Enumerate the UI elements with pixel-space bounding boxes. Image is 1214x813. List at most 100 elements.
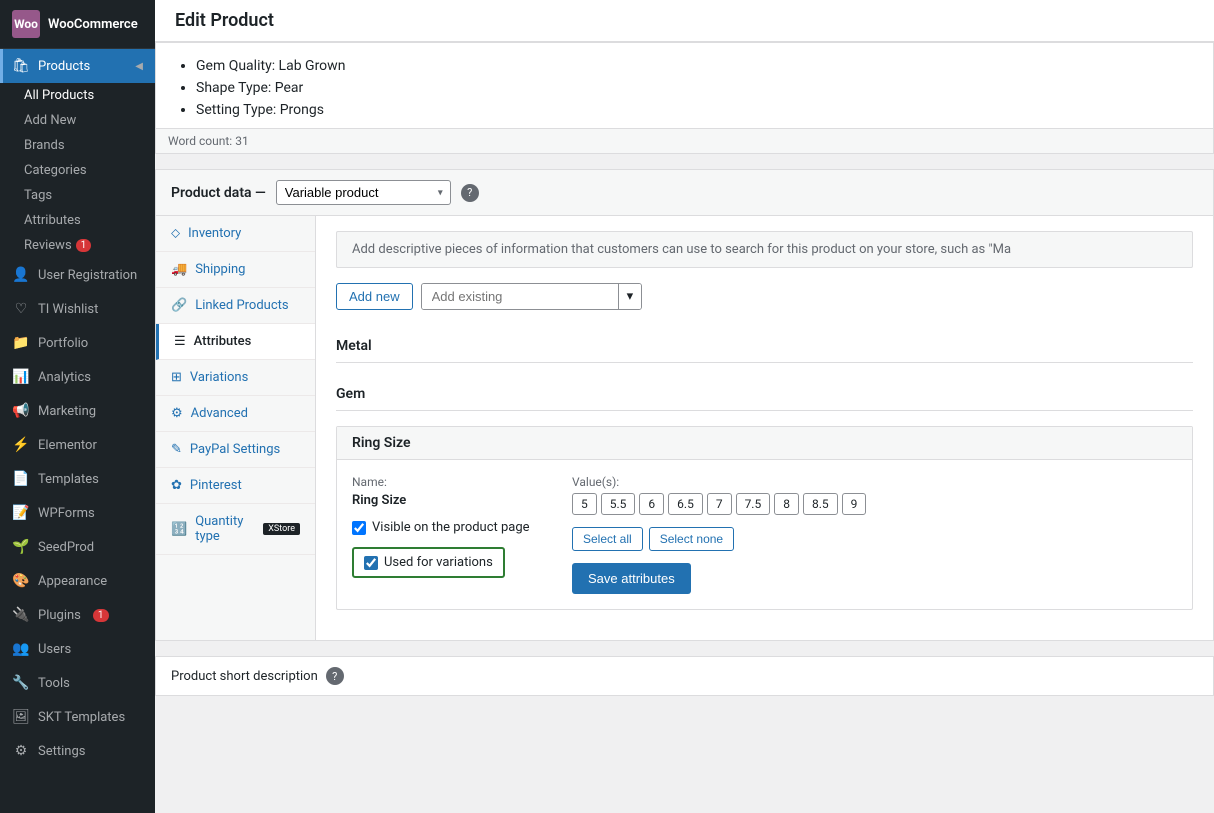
tab-pinterest[interactable]: ✿ Pinterest bbox=[156, 468, 315, 504]
tab-variations[interactable]: ⊞ Variations bbox=[156, 360, 315, 396]
sub-label: Categories bbox=[24, 163, 87, 178]
sidebar-item-plugins[interactable]: 🔌 Plugins 1 bbox=[0, 598, 155, 632]
sidebar-item-label: Plugins bbox=[38, 608, 81, 623]
sidebar-sub-add-new[interactable]: Add New bbox=[0, 108, 155, 133]
visible-checkbox[interactable] bbox=[352, 521, 366, 535]
sidebar-item-label: Templates bbox=[38, 472, 99, 487]
content-area: Gem Quality: Lab Grown Shape Type: Pear … bbox=[155, 42, 1214, 696]
select-none-button[interactable]: Select none bbox=[649, 527, 734, 551]
product-short-desc-help-icon[interactable]: ? bbox=[326, 667, 344, 685]
product-type-wrapper: Simple product Variable product Grouped … bbox=[276, 180, 451, 205]
add-existing-dropdown-btn[interactable]: ▾ bbox=[618, 284, 642, 309]
sidebar-sub-attributes[interactable]: Attributes bbox=[0, 208, 155, 233]
sidebar-sub-categories[interactable]: Categories bbox=[0, 158, 155, 183]
advanced-tab-icon: ⚙ bbox=[171, 406, 183, 421]
attributes-content: Add descriptive pieces of information th… bbox=[316, 216, 1213, 640]
desc-item-0: Gem Quality: Lab Grown bbox=[196, 58, 1193, 74]
sidebar-item-tools[interactable]: 🔧 Tools bbox=[0, 666, 155, 700]
tab-attributes[interactable]: ☰ Attributes bbox=[156, 324, 315, 360]
hint-text: Add descriptive pieces of information th… bbox=[352, 242, 1011, 257]
qty-tab-icon: 🔢 bbox=[171, 522, 187, 537]
pinterest-tab-icon: ✿ bbox=[171, 478, 182, 493]
skt-icon: 🖼 bbox=[12, 708, 30, 726]
product-data-tabs: ⬦ Inventory 🚚 Shipping 🔗 Linked Products… bbox=[156, 216, 316, 640]
sidebar-item-settings[interactable]: ⚙ Settings bbox=[0, 734, 155, 768]
product-data-label: Product data — bbox=[171, 185, 266, 201]
word-count-value: 31 bbox=[235, 134, 249, 148]
values-container: 5 5.5 6 6.5 7 7.5 8 8.5 9 bbox=[572, 493, 1177, 515]
sidebar-item-marketing[interactable]: 📢 Marketing bbox=[0, 394, 155, 428]
sidebar-item-products[interactable]: 🛍 Products ◀ bbox=[0, 49, 155, 83]
attributes-tab-icon: ☰ bbox=[174, 334, 186, 349]
sidebar-item-templates[interactable]: 📄 Templates bbox=[0, 462, 155, 496]
sidebar-item-skt-templates[interactable]: 🖼 SKT Templates bbox=[0, 700, 155, 734]
tab-quantity-type[interactable]: 🔢 Quantity type XStore bbox=[156, 504, 315, 555]
value-chip-4: 7 bbox=[707, 493, 732, 515]
tab-label: Variations bbox=[190, 370, 248, 385]
value-chip-7: 8.5 bbox=[803, 493, 838, 515]
sidebar-item-label: SKT Templates bbox=[38, 710, 125, 725]
sidebar-sub-all-products[interactable]: All Products bbox=[0, 83, 155, 108]
tools-icon: 🔧 bbox=[12, 674, 30, 692]
sidebar-item-label: User Registration bbox=[38, 268, 137, 283]
attribute-group-metal: Metal bbox=[336, 330, 1193, 363]
tab-inventory[interactable]: ⬦ Inventory bbox=[156, 216, 315, 252]
sidebar-item-analytics[interactable]: 📊 Analytics bbox=[0, 360, 155, 394]
ring-size-section: Ring Size Name: Ring Size Visible on the… bbox=[336, 426, 1193, 610]
save-attributes-button[interactable]: Save attributes bbox=[572, 563, 691, 594]
sidebar-item-portfolio[interactable]: 📁 Portfolio bbox=[0, 326, 155, 360]
variations-tab-icon: ⊞ bbox=[171, 370, 182, 385]
sub-label: Attributes bbox=[24, 213, 81, 228]
name-label: Name: bbox=[352, 475, 552, 489]
product-short-desc-section: Product short description ? bbox=[155, 656, 1214, 696]
sidebar-item-appearance[interactable]: 🎨 Appearance bbox=[0, 564, 155, 598]
values-label: Value(s): bbox=[572, 475, 1177, 489]
product-short-desc-label: Product short description bbox=[171, 669, 318, 684]
word-count-label: Word count: bbox=[168, 134, 232, 148]
sidebar-item-ti-wishlist[interactable]: ♡ TI Wishlist bbox=[0, 292, 155, 326]
tab-paypal[interactable]: ✎ PayPal Settings bbox=[156, 432, 315, 468]
sidebar-sub-brands[interactable]: Brands bbox=[0, 133, 155, 158]
sidebar: Woo WooCommerce 🛍 Products ◀ All Product… bbox=[0, 0, 155, 813]
sub-label: Reviews bbox=[24, 238, 72, 253]
sidebar-item-label: WPForms bbox=[38, 506, 95, 521]
add-attribute-bar: Add new ▾ bbox=[336, 283, 1193, 310]
sidebar-item-user-registration[interactable]: 👤 User Registration bbox=[0, 258, 155, 292]
sidebar-item-wpforms[interactable]: 📝 WPForms bbox=[0, 496, 155, 530]
tab-label: Inventory bbox=[188, 226, 241, 241]
reviews-badge: 1 bbox=[76, 239, 92, 252]
product-type-select[interactable]: Simple product Variable product Grouped … bbox=[276, 180, 451, 205]
value-chip-2: 6 bbox=[639, 493, 664, 515]
sub-label: Add New bbox=[24, 113, 76, 128]
sidebar-item-elementor[interactable]: ⚡ Elementor bbox=[0, 428, 155, 462]
tab-shipping[interactable]: 🚚 Shipping bbox=[156, 252, 315, 288]
tab-advanced[interactable]: ⚙ Advanced bbox=[156, 396, 315, 432]
tab-label: PayPal Settings bbox=[190, 442, 280, 457]
add-new-button[interactable]: Add new bbox=[336, 283, 413, 310]
tab-linked-products[interactable]: 🔗 Linked Products bbox=[156, 288, 315, 324]
value-chip-1: 5.5 bbox=[601, 493, 636, 515]
sidebar-item-users[interactable]: 👥 Users bbox=[0, 632, 155, 666]
sidebar-item-label: Marketing bbox=[38, 404, 96, 419]
add-existing-input[interactable] bbox=[422, 284, 618, 309]
page-header: Edit Product bbox=[155, 0, 1214, 42]
sidebar-sub-tags[interactable]: Tags bbox=[0, 183, 155, 208]
sidebar-sub-reviews[interactable]: Reviews 1 bbox=[0, 233, 155, 258]
products-arrow: ◀ bbox=[135, 61, 143, 72]
select-all-button[interactable]: Select all bbox=[572, 527, 643, 551]
appearance-icon: 🎨 bbox=[12, 572, 30, 590]
plugins-icon: 🔌 bbox=[12, 606, 30, 624]
inventory-tab-icon: ⬦ bbox=[171, 226, 180, 241]
product-data-body: ⬦ Inventory 🚚 Shipping 🔗 Linked Products… bbox=[156, 216, 1213, 640]
sidebar-item-seedprod[interactable]: 🌱 SeedProd bbox=[0, 530, 155, 564]
sidebar-logo-text: WooCommerce bbox=[48, 17, 138, 32]
desc-item-1: Shape Type: Pear bbox=[196, 80, 1193, 96]
sidebar-item-label: Users bbox=[38, 642, 71, 657]
used-for-variations-checkbox[interactable] bbox=[364, 556, 378, 570]
description-box: Gem Quality: Lab Grown Shape Type: Pear … bbox=[155, 42, 1214, 154]
attribute-group-gem: Gem bbox=[336, 378, 1193, 411]
tab-label: Quantity type bbox=[195, 514, 249, 544]
help-icon[interactable]: ? bbox=[461, 184, 479, 202]
product-data-header: Product data — Simple product Variable p… bbox=[156, 170, 1213, 216]
sidebar-item-label: Analytics bbox=[38, 370, 91, 385]
